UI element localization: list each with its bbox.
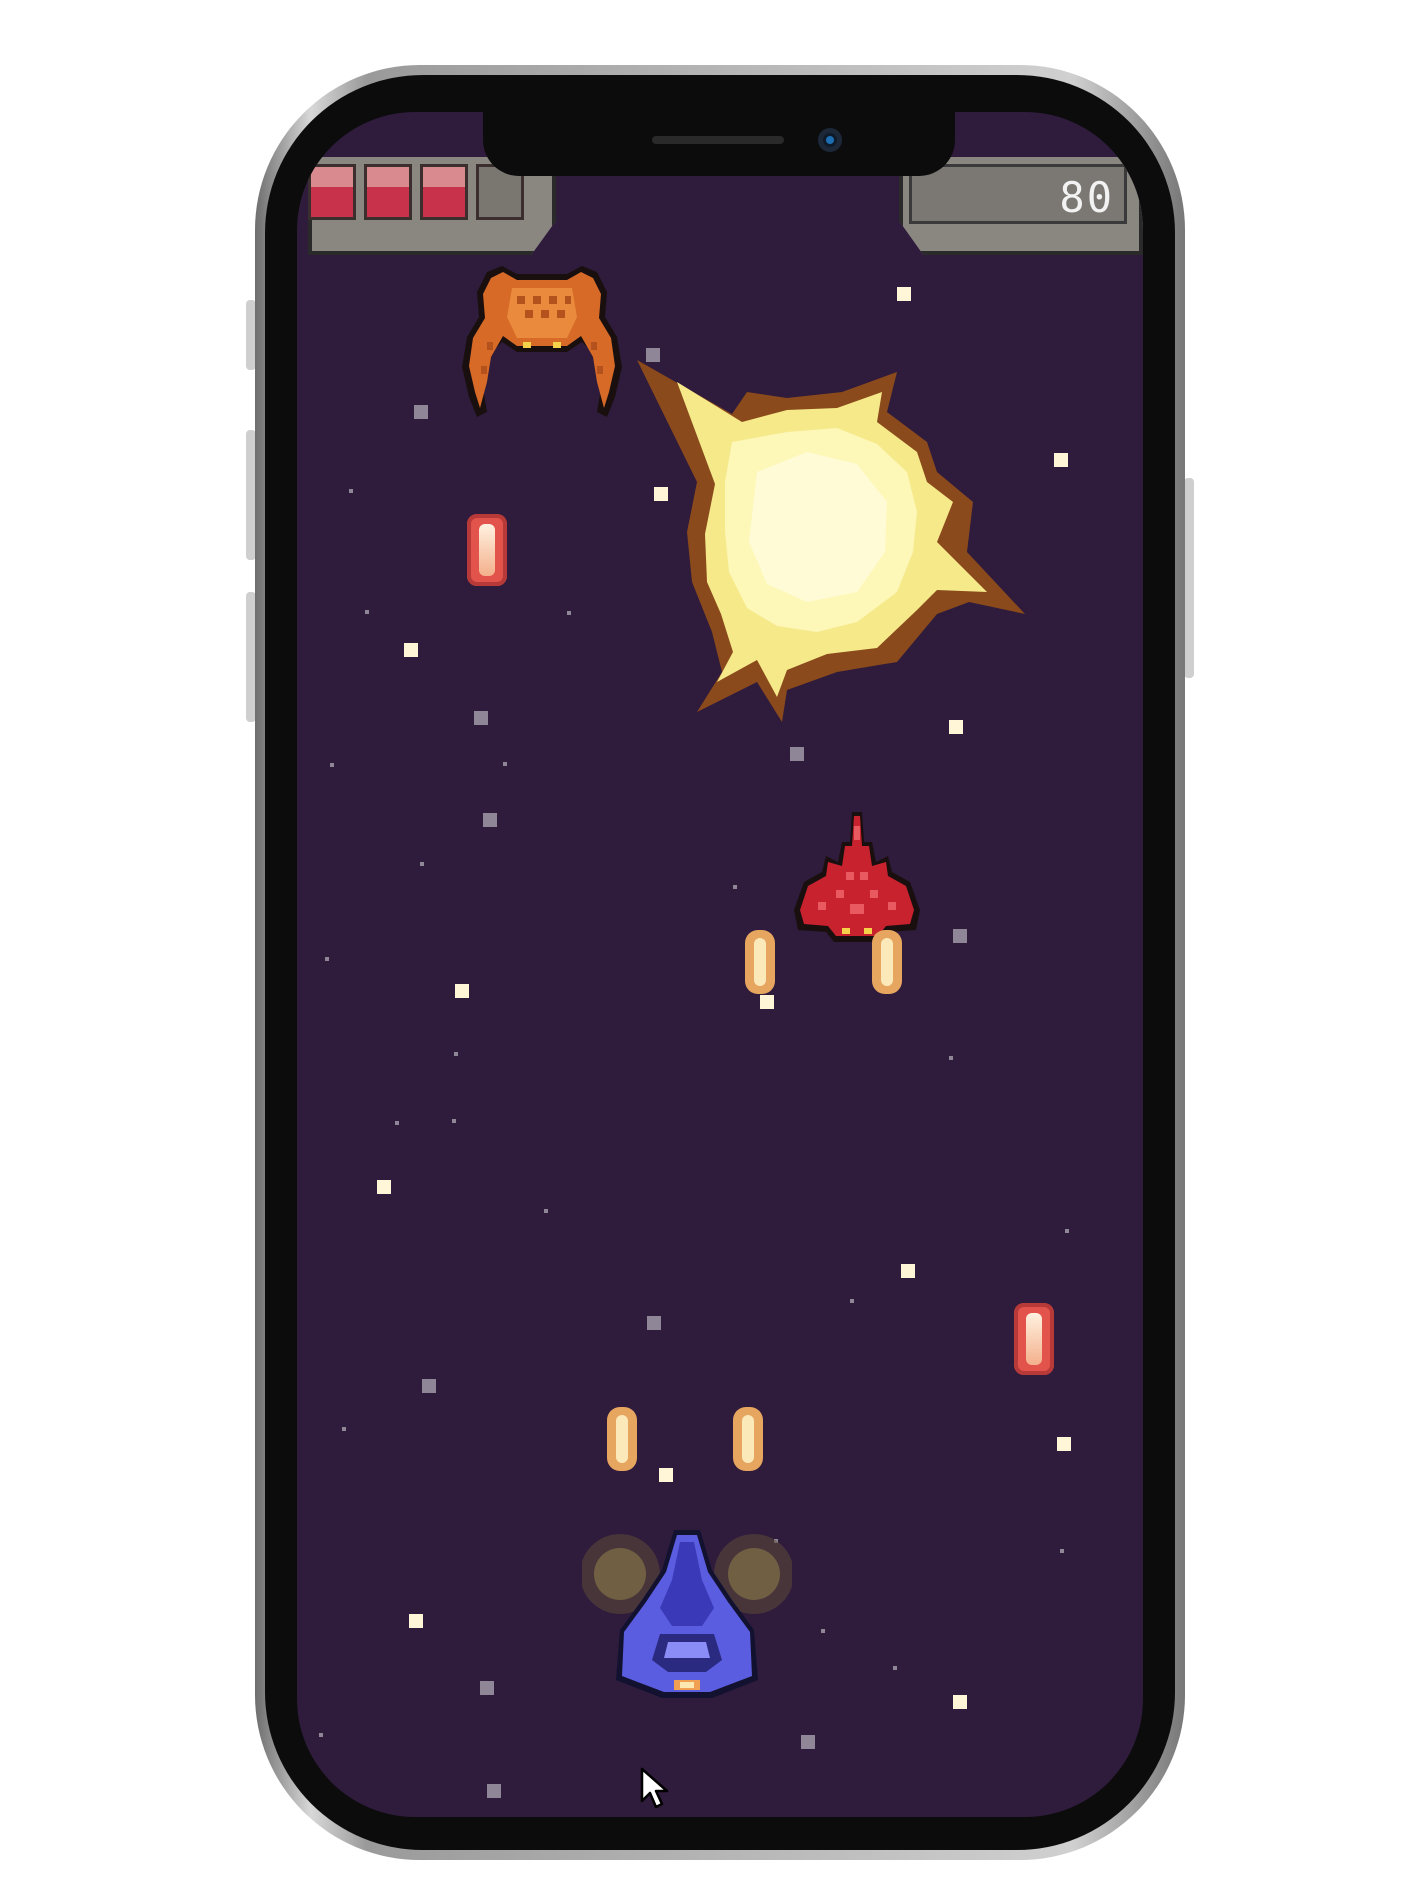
star	[949, 1056, 953, 1060]
health-cell	[308, 164, 356, 220]
star	[452, 1119, 456, 1123]
star	[483, 813, 497, 827]
star	[953, 1695, 967, 1709]
star	[474, 711, 488, 725]
star	[420, 862, 424, 866]
star	[1065, 1229, 1069, 1233]
health-bar	[308, 164, 524, 220]
star	[647, 1316, 661, 1330]
score-value: 80	[1059, 173, 1114, 222]
earpiece-speaker	[652, 136, 784, 144]
power-button	[1184, 478, 1194, 678]
player-bullet	[872, 930, 902, 994]
star	[544, 1209, 548, 1213]
star	[901, 1264, 915, 1278]
star	[850, 1299, 854, 1303]
star	[1060, 1549, 1064, 1553]
star	[365, 610, 369, 614]
phone-notch	[483, 112, 955, 176]
star	[760, 995, 774, 1009]
star	[455, 984, 469, 998]
star	[801, 1735, 815, 1749]
star	[349, 489, 353, 493]
star	[404, 643, 418, 657]
health-cell	[364, 164, 412, 220]
star	[480, 1681, 494, 1695]
blue-player-ship[interactable]	[582, 1530, 792, 1710]
star	[325, 957, 329, 961]
red-fighter-enemy[interactable]	[792, 812, 922, 952]
star	[409, 1614, 423, 1628]
pointer-cursor-icon	[640, 1767, 669, 1809]
star	[395, 1121, 399, 1125]
star	[422, 1379, 436, 1393]
enemy-bullet	[1014, 1303, 1054, 1375]
game-screen[interactable]: 80	[297, 112, 1143, 1817]
player-bullet	[607, 1407, 637, 1471]
player-bullet	[745, 930, 775, 994]
star	[503, 762, 507, 766]
star	[487, 1784, 501, 1798]
star	[414, 405, 428, 419]
enemy-bullet	[467, 514, 507, 586]
explosion	[637, 360, 1025, 722]
star	[377, 1180, 391, 1194]
star	[319, 1733, 323, 1737]
player-bullet	[733, 1407, 763, 1471]
star	[567, 611, 571, 615]
star	[342, 1427, 346, 1431]
score-display: 80	[909, 164, 1127, 224]
star	[821, 1629, 825, 1633]
star	[733, 885, 737, 889]
star	[953, 929, 967, 943]
star	[330, 763, 334, 767]
star	[897, 287, 911, 301]
front-camera	[818, 128, 842, 152]
star	[893, 1666, 897, 1670]
star	[659, 1468, 673, 1482]
orange-crab-enemy[interactable]	[457, 262, 627, 422]
star	[454, 1052, 458, 1056]
star	[1057, 1437, 1071, 1451]
health-cell	[420, 164, 468, 220]
